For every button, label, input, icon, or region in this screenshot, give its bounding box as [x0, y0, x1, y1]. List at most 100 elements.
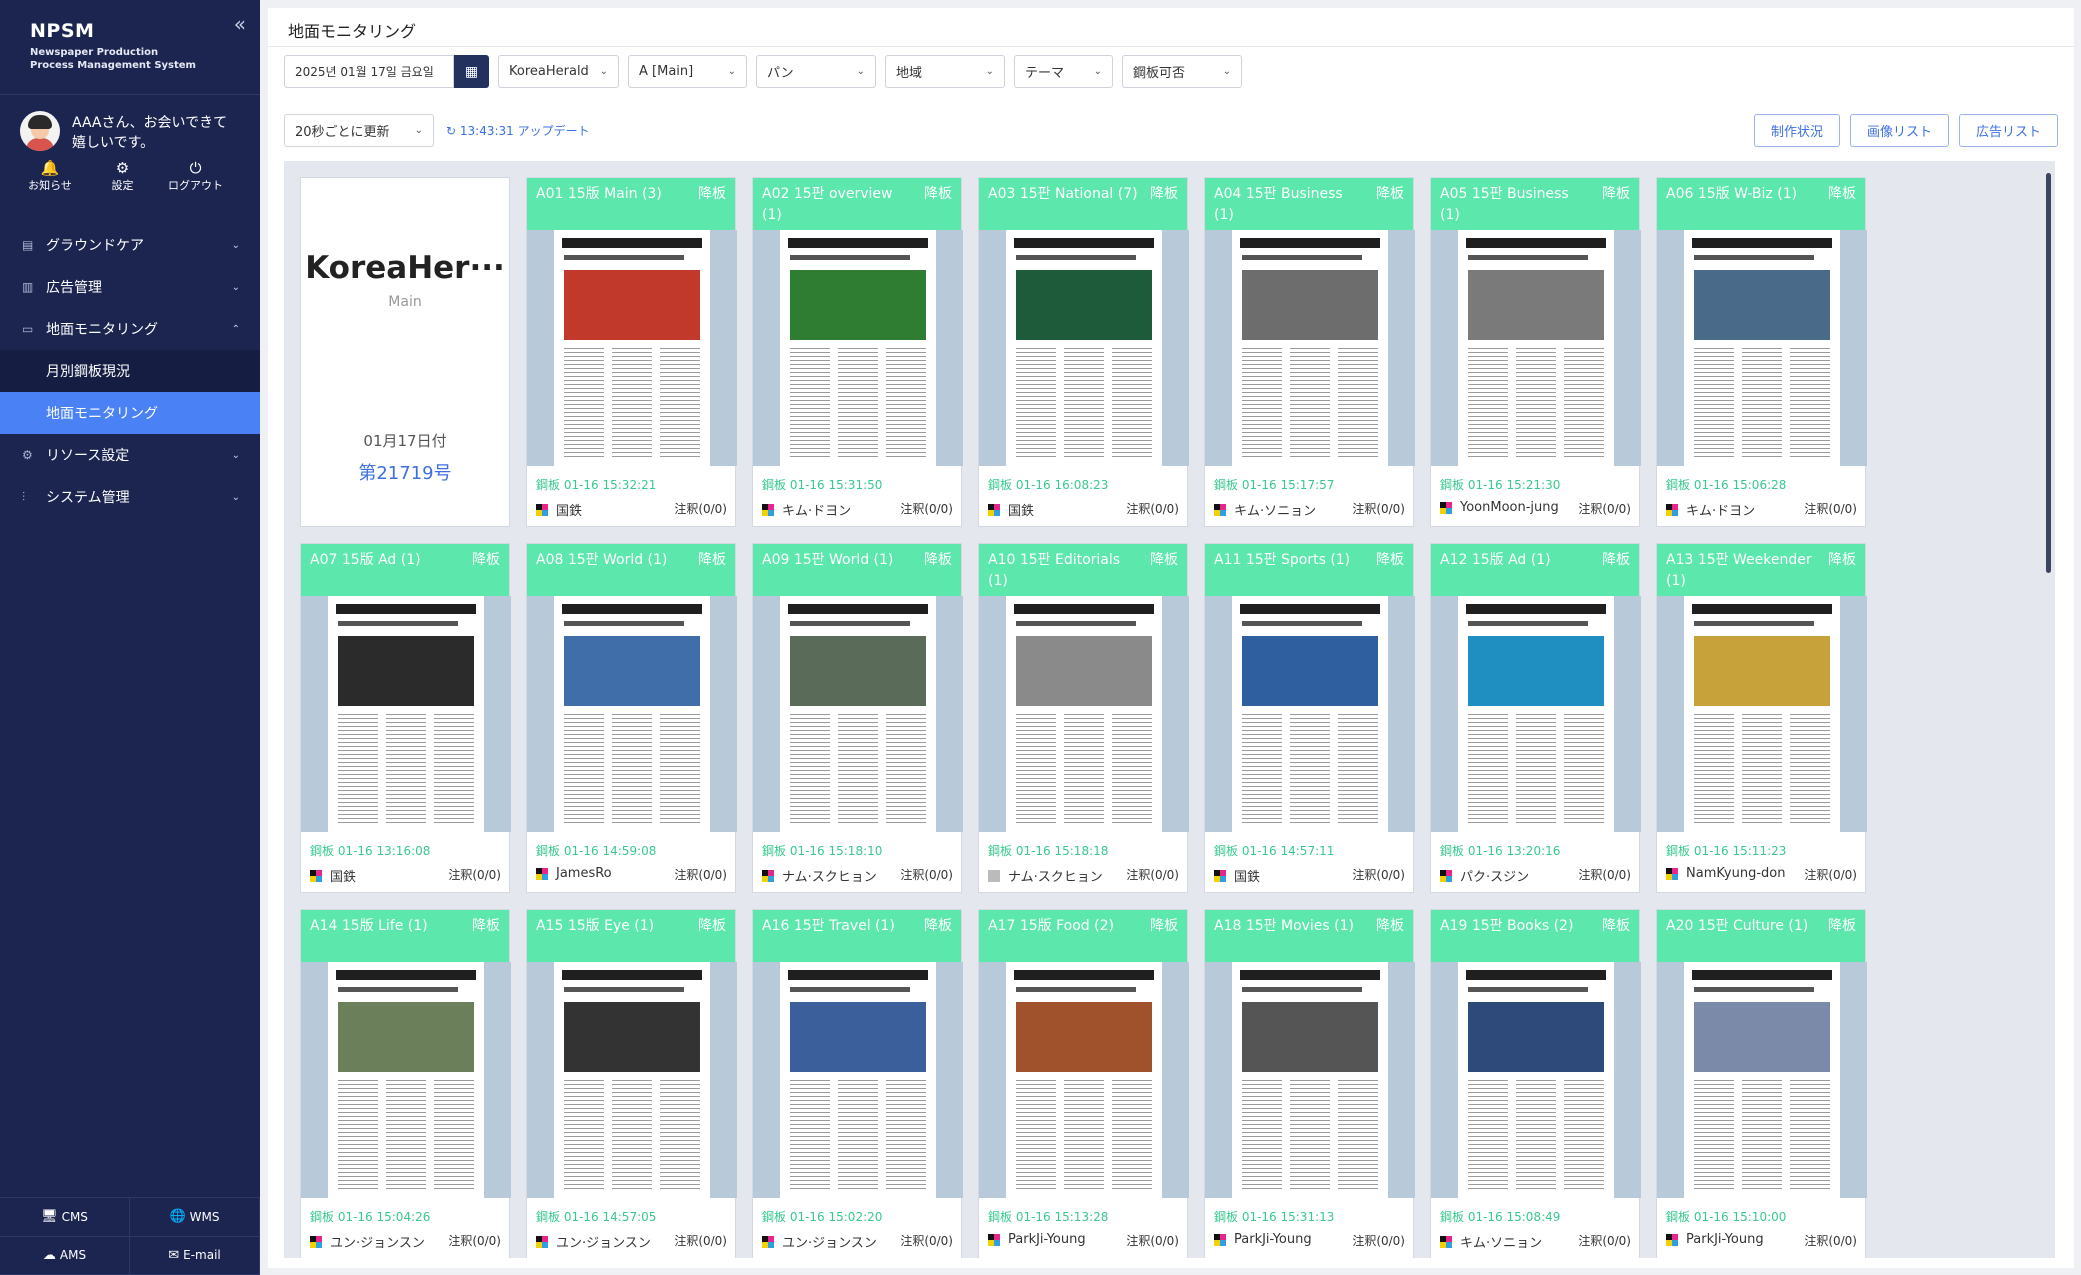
annotation-count[interactable]: 注釈(0/0): [1578, 500, 1631, 517]
annotation-count[interactable]: 注釈(0/0): [1804, 500, 1857, 517]
page-thumbnail[interactable]: [328, 596, 484, 832]
page-thumbnail[interactable]: [1232, 596, 1388, 832]
annotation-count[interactable]: 注釈(0/0): [1126, 866, 1179, 883]
page-thumbnail[interactable]: [1684, 596, 1840, 832]
annotation-count[interactable]: 注釈(0/0): [1804, 866, 1857, 883]
annotation-count[interactable]: 注釈(0/0): [674, 866, 727, 883]
page-card[interactable]: A17 15版 Food (2) 降板 鋼板 01-16 15:13:28 ParkJ…: [978, 909, 1189, 1258]
annotation-count[interactable]: 注釈(0/0): [448, 1232, 501, 1249]
page-thumbnail[interactable]: [1006, 596, 1162, 832]
page-thumbnail-frame: [1205, 230, 1415, 466]
page-card[interactable]: A01 15版 Main (3) 降板 鋼板 01-16 15:32:21 国鉄 注釈(…: [526, 177, 737, 527]
page-thumbnail[interactable]: [1006, 962, 1162, 1198]
notifications-button[interactable]: 🔔 お知らせ: [14, 157, 86, 193]
annotation-count[interactable]: 注釈(0/0): [674, 500, 727, 517]
page-card[interactable]: A03 15판 National (7) 降板 鋼板 01-16 16:08:23 国…: [978, 177, 1189, 527]
annotation-count[interactable]: 注釈(0/0): [1126, 1232, 1179, 1249]
page-thumbnail[interactable]: [554, 962, 710, 1198]
page-card[interactable]: A08 15판 World (1) 降板 鋼板 01-16 14:59:08 Jame…: [526, 543, 737, 893]
page-card[interactable]: A05 15판 Business (1) 降板 鋼板 01-16 15:21:30 Y…: [1430, 177, 1641, 527]
cover-card[interactable]: KoreaHer··· Main 01月17日付 第21719号: [300, 177, 510, 527]
thumbnail-photo: [1016, 1002, 1152, 1072]
annotation-count[interactable]: 注釈(0/0): [1804, 1232, 1857, 1249]
calendar-icon[interactable]: ▦: [454, 55, 489, 88]
date-input[interactable]: 2025년 01월 17일 금요일: [284, 55, 454, 88]
thumbnail-column: [612, 348, 652, 458]
production-status-button[interactable]: 制作状況: [1753, 114, 1840, 147]
ad-list-button[interactable]: 広告リスト: [1958, 114, 2058, 147]
page-editor: ユン·ジョンスン: [762, 1232, 877, 1251]
page-card[interactable]: A07 15版 Ad (1) 降板 鋼板 01-16 13:16:08 国鉄 注釈(0/…: [300, 543, 511, 893]
nav-item-ground-care[interactable]: ▤ グラウンドケア ⌄: [0, 224, 260, 266]
nav-item-ad-management[interactable]: ▥ 広告管理 ⌄: [0, 266, 260, 308]
page-card[interactable]: A06 15版 W-Biz (1) 降板 鋼板 01-16 15:06:28 キム·ド…: [1656, 177, 1867, 527]
page-thumbnail[interactable]: [1232, 230, 1388, 466]
settings-button[interactable]: ⚙ 設定: [86, 157, 159, 193]
update-link[interactable]: ↻ 13:43:31 アップデート: [446, 122, 590, 139]
avatar[interactable]: [20, 111, 60, 151]
page-card[interactable]: A04 15판 Business (1) 降板 鋼板 01-16 15:17:57 キ…: [1204, 177, 1415, 527]
edition-select[interactable]: パン ⌄: [756, 55, 876, 88]
annotation-count[interactable]: 注釈(0/0): [1352, 866, 1405, 883]
page-thumbnail[interactable]: [1684, 230, 1840, 466]
nav-item-system-management[interactable]: ⫶ システム管理 ⌄: [0, 476, 260, 518]
plate-time: 鋼板 01-16 15:21:30: [1440, 478, 1561, 492]
annotation-count[interactable]: 注釈(0/0): [448, 866, 501, 883]
page-thumbnail[interactable]: [1232, 962, 1388, 1198]
page-card[interactable]: A19 15판 Books (2) 降板 鋼板 01-16 15:08:49 キム·ソ…: [1430, 909, 1641, 1258]
page-card[interactable]: A16 15판 Travel (1) 降板 鋼板 01-16 15:02:20 ユン·…: [752, 909, 963, 1258]
thumbnail-masthead: [1692, 970, 1832, 980]
annotation-count[interactable]: 注釈(0/0): [900, 1232, 953, 1249]
region-select[interactable]: 地域 ⌄: [885, 55, 1005, 88]
page-card[interactable]: A18 15판 Movies (1) 降板 鋼板 01-16 15:31:13 Par…: [1204, 909, 1415, 1258]
theme-select[interactable]: テーマ ⌄: [1014, 55, 1113, 88]
annotation-count[interactable]: 注釈(0/0): [1352, 1232, 1405, 1249]
page-card[interactable]: A10 15판 Editorials (1) 降板 鋼板 01-16 15:18:1…: [978, 543, 1189, 893]
page-card[interactable]: A15 15版 Eye (1) 降板 鋼板 01-16 14:57:05 ユン·ジョン…: [526, 909, 737, 1258]
nav-subitem-monitoring[interactable]: 地面モニタリング: [0, 392, 260, 434]
page-thumbnail[interactable]: [1006, 230, 1162, 466]
section-select[interactable]: A [Main] ⌄: [628, 55, 747, 88]
annotation-count[interactable]: 注釈(0/0): [900, 500, 953, 517]
page-card[interactable]: A02 15판 overview (1) 降板 鋼板 01-16 15:31:50 キ…: [752, 177, 963, 527]
scrollbar[interactable]: [2046, 173, 2051, 573]
annotation-count[interactable]: 注釈(0/0): [1126, 500, 1179, 517]
page-thumbnail[interactable]: [554, 596, 710, 832]
page-card[interactable]: A12 15版 Ad (1) 降板 鋼板 01-16 13:20:16 パク·スジン 注…: [1430, 543, 1641, 893]
brand-subtitle-line-2: Process Management System: [30, 60, 196, 71]
plate-status-select[interactable]: 鋼板可否 ⌄: [1122, 55, 1242, 88]
ams-link[interactable]: ☁ AMS: [0, 1236, 130, 1275]
page-card[interactable]: A13 15판 Weekender (1) 降板 鋼板 01-16 15:11:23…: [1656, 543, 1867, 893]
annotation-count[interactable]: 注釈(0/0): [674, 1232, 727, 1249]
page-thumbnail[interactable]: [1458, 230, 1614, 466]
logout-button[interactable]: ⏻ ログアウト: [159, 157, 232, 193]
annotation-count[interactable]: 注釈(0/0): [900, 866, 953, 883]
page-thumbnail[interactable]: [1458, 596, 1614, 832]
page-thumbnail[interactable]: [1684, 962, 1840, 1198]
nav-subitem-monthly-plate[interactable]: 月別鋼板現況: [0, 350, 260, 392]
collapse-sidebar-icon[interactable]: «: [234, 12, 246, 36]
plate-status-badge: 降板: [1828, 552, 1856, 568]
page-thumbnail[interactable]: [1458, 962, 1614, 1198]
page-card[interactable]: A09 15판 World (1) 降板 鋼板 01-16 15:18:10 ナム·ス…: [752, 543, 963, 893]
nav-item-monitoring[interactable]: ▭ 地面モニタリング ⌃: [0, 308, 260, 350]
annotation-count[interactable]: 注釈(0/0): [1578, 1232, 1631, 1249]
newspaper-select[interactable]: KoreaHerald ⌄: [498, 55, 619, 88]
page-card[interactable]: A14 15版 Life (1) 降板 鋼板 01-16 15:04:26 ユン·ジョ…: [300, 909, 511, 1258]
page-thumbnail[interactable]: [554, 230, 710, 466]
wms-link[interactable]: 🌐 WMS: [130, 1198, 260, 1237]
page-card[interactable]: A20 15판 Culture (1) 降板 鋼板 01-16 15:10:00 Pa…: [1656, 909, 1867, 1258]
annotation-count[interactable]: 注釈(0/0): [1578, 866, 1631, 883]
cms-link[interactable]: 🖥 CMS: [0, 1198, 130, 1237]
page-thumbnail[interactable]: [780, 230, 936, 466]
page-thumbnail[interactable]: [780, 962, 936, 1198]
email-link[interactable]: ✉ E-mail: [130, 1236, 260, 1275]
refresh-interval-select[interactable]: 20秒ごとに更新 ⌄: [284, 114, 434, 147]
plate-time: 鋼板 01-16 15:32:21: [536, 478, 657, 492]
page-thumbnail[interactable]: [780, 596, 936, 832]
nav-item-resource-settings[interactable]: ⚙ リソース設定 ⌄: [0, 434, 260, 476]
annotation-count[interactable]: 注釈(0/0): [1352, 500, 1405, 517]
page-card[interactable]: A11 15판 Sports (1) 降板 鋼板 01-16 14:57:11 国鉄 注…: [1204, 543, 1415, 893]
image-list-button[interactable]: 画像リスト: [1849, 114, 1949, 147]
page-thumbnail[interactable]: [328, 962, 484, 1198]
